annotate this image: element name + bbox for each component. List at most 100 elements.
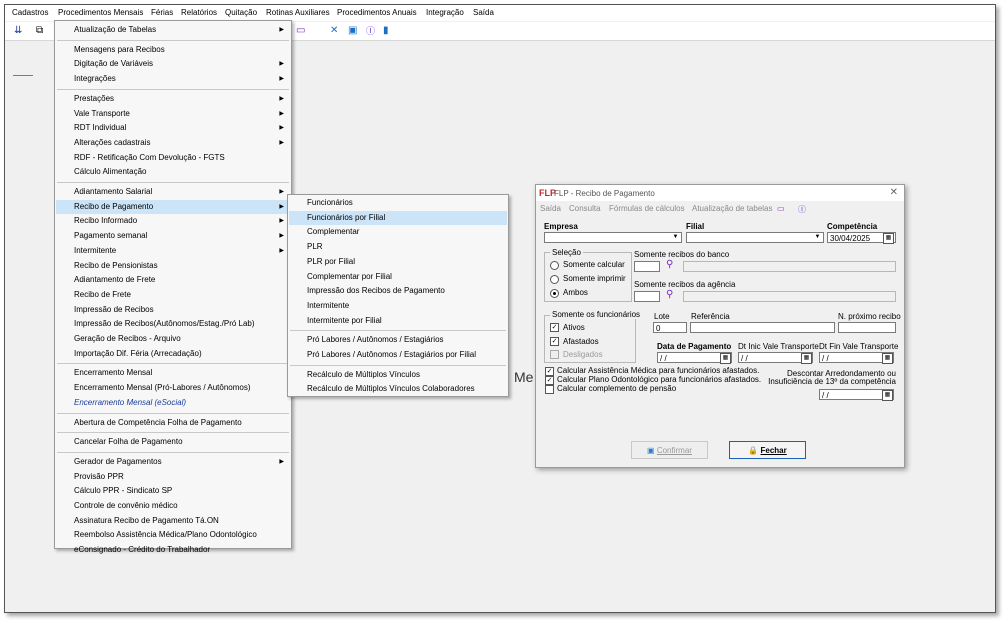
banco-field[interactable]	[634, 261, 660, 272]
menu-item-alteracoes-cadastrais[interactable]: Alterações cadastrais ▶	[56, 136, 290, 150]
checkbox-plano-odontologico[interactable]: ✓	[545, 376, 554, 385]
dialog-menu-consulta[interactable]: Consulta	[569, 204, 601, 213]
calendar-icon[interactable]: ▦	[883, 233, 894, 244]
menu-item-cancelar-folha-de-pagamento[interactable]: Cancelar Folha de Pagamento	[56, 435, 290, 449]
menu-item-assinatura-recibo-de-pagamento-ta-on[interactable]: Assinatura Recibo de Pagamento Tá.ON	[56, 514, 290, 528]
submenu-item-funcionarios-por-filial[interactable]: Funcionários por Filial	[289, 210, 507, 225]
radio-somente-imprimir[interactable]	[550, 275, 559, 284]
menu-item-recibo-de-pensionistas[interactable]: Recibo de Pensionistas	[56, 259, 290, 273]
menu-item-vale-transporte[interactable]: Vale Transporte ▶	[56, 107, 290, 121]
menu-item-impressao-de-recibos-autonomos-estag-pro-lab[interactable]: Impressão de Recibos(Autônomos/Estag./Pr…	[56, 317, 290, 331]
menu-item-econsignado-credito-do-trabalhador[interactable]: eConsignado - Crédito do Trabalhador	[56, 543, 290, 557]
monitor-icon[interactable]: ▭	[296, 25, 305, 37]
menu-item-recibo-informado[interactable]: Recibo Informado ▶	[56, 214, 290, 228]
checkbox-assistencia-medica[interactable]: ✓	[545, 367, 554, 376]
search-icon[interactable]: ⚲	[666, 289, 673, 300]
dialog-menu-atualizacao[interactable]: Atualização de tabelas	[692, 204, 773, 213]
menu-item-mensagens-para-recibos[interactable]: Mensagens para Recibos	[56, 43, 290, 57]
calendar-icon[interactable]: ▦	[801, 353, 812, 364]
book-icon[interactable]: ▮	[383, 25, 389, 37]
menu-saida[interactable]: Saída	[473, 8, 494, 17]
menu-integracao[interactable]: Integração	[426, 8, 464, 17]
menu-item-pagamento-semanal[interactable]: Pagamento semanal ▶	[56, 229, 290, 243]
chevron-down-icon[interactable]: ▼	[813, 233, 822, 242]
menu-cadastros[interactable]: Cadastros	[12, 8, 48, 17]
menu-item-integracoes[interactable]: Integrações ▶	[56, 72, 290, 86]
submenu-item-pro-labores-autonomos-estagiarios-por-filial[interactable]: Pró Labores / Autônomos / Estagiários po…	[289, 348, 507, 362]
menu-quitacao[interactable]: Quitação	[225, 8, 257, 17]
checkbox-label: Ativos	[563, 323, 585, 332]
submenu-item-intermitente-por-filial[interactable]: Intermitente por Filial	[289, 314, 507, 328]
menu-item-reembolso-assistencia-medica-plano-odontologico[interactable]: Reembolso Assistência Médica/Plano Odont…	[56, 528, 290, 542]
chevron-down-icon[interactable]: ▼	[671, 233, 680, 242]
radio-ambos[interactable]	[550, 289, 559, 298]
menu-item-label: Importação Dif. Féria (Arrecadação)	[74, 348, 202, 358]
confirmar-button[interactable]: ▣ Confirmar	[631, 441, 708, 459]
menu-item-prestacoes[interactable]: Prestações ▶	[56, 92, 290, 106]
lote-field[interactable]: 0	[653, 322, 687, 333]
referencia-field[interactable]	[690, 322, 835, 333]
submenu-item-plr[interactable]: PLR	[289, 240, 507, 254]
filial-select[interactable]	[686, 232, 824, 243]
menu-item-abertura-de-competencia-folha-de-pagamento[interactable]: Abertura de Competência Folha de Pagamen…	[56, 416, 290, 430]
menu-item-adiantamento-de-frete[interactable]: Adiantamento de Frete	[56, 273, 290, 287]
menu-procedimentos-anuais[interactable]: Procedimentos Anuais	[337, 8, 417, 17]
checkbox-afastados[interactable]: ✓	[550, 337, 559, 346]
submenu-item-intermitente[interactable]: Intermitente	[289, 299, 507, 313]
menu-item-importacao-dif-feria-arrecadacao[interactable]: Importação Dif. Féria (Arrecadação)	[56, 347, 290, 361]
menu-item-intermitente[interactable]: Intermitente ▶	[56, 244, 290, 258]
calendar-icon[interactable]: ▦	[882, 353, 893, 364]
calendar-icon[interactable]: ▣	[348, 25, 357, 37]
calendar-icon[interactable]: ▦	[720, 353, 731, 364]
submenu-item-plr-por-filial[interactable]: PLR por Filial	[289, 255, 507, 269]
submenu-item-impressao-dos-recibos-de-pagamento[interactable]: Impressão dos Recibos de Pagamento	[289, 284, 507, 298]
menu-item-controle-de-convenio-medico[interactable]: Controle de convênio médico	[56, 499, 290, 513]
menu-item-recibo-de-frete[interactable]: Recibo de Frete	[56, 288, 290, 302]
checkbox-complemento-pensao[interactable]	[545, 385, 554, 394]
monitor-icon[interactable]: ▭	[777, 204, 785, 213]
empresa-select[interactable]	[544, 232, 682, 243]
calendar-icon[interactable]: ▦	[882, 390, 893, 401]
submenu-item-complementar[interactable]: Complementar	[289, 225, 507, 239]
menu-item-geracao-de-recibos-arquivo[interactable]: Geração de Recibos - Arquivo	[56, 332, 290, 346]
menu-item-rdf-retificacao-com-devolucao-fgts[interactable]: RDF - Retificação Com Devolução - FGTS	[56, 151, 290, 165]
menu-item-provisao-ppr[interactable]: Provisão PPR	[56, 470, 290, 484]
menu-procedimentos-mensais[interactable]: Procedimentos Mensais	[58, 8, 143, 17]
close-icon[interactable]: ✕	[890, 187, 898, 198]
proximo-recibo-field[interactable]	[838, 322, 896, 333]
menu-item-encerramento-mensal-esocial[interactable]: Encerramento Mensal (eSocial)	[56, 396, 290, 410]
radio-somente-calcular[interactable]	[550, 261, 559, 270]
menu-item-calculo-ppr-sindicato-sp[interactable]: Cálculo PPR - Sindicato SP	[56, 484, 290, 498]
tools-icon[interactable]: ✕	[330, 25, 338, 37]
menu-item-encerramento-mensal-pro-labores-autonomos[interactable]: Encerramento Mensal (Pró-Labores / Autôn…	[56, 381, 290, 395]
menu-rotinas-auxiliares[interactable]: Rotinas Auxiliares	[266, 8, 330, 17]
ia-icon[interactable]: Ⓘ	[366, 25, 375, 37]
dialog-menu-formulas[interactable]: Fórmulas de cálculos	[609, 204, 685, 213]
menu-item-digitacao-de-variaveis[interactable]: Digitação de Variáveis ▶	[56, 57, 290, 71]
menu-item-impressao-de-recibos[interactable]: Impressão de Recibos	[56, 303, 290, 317]
submenu-item-complementar-por-filial[interactable]: Complementar por Filial	[289, 270, 507, 284]
menu-item-adiantamento-salarial[interactable]: Adiantamento Salarial ▶	[56, 185, 290, 199]
search-icon[interactable]: ⚲	[666, 259, 673, 270]
menu-item-recibo-de-pagamento[interactable]: Recibo de Pagamento ▶	[56, 199, 290, 214]
submenu-item-funcionarios[interactable]: Funcionários	[289, 196, 507, 210]
menu-ferias[interactable]: Férias	[151, 8, 173, 17]
menu-item-label: Encerramento Mensal	[74, 368, 153, 378]
menu-item-atualizacao-de-tabelas[interactable]: Atualização de Tabelas ▶	[56, 23, 290, 37]
submenu-item-recalculo-de-multiplos-vinculos[interactable]: Recálculo de Múltiplos Vínculos	[289, 368, 507, 382]
menu-item-encerramento-mensal[interactable]: Encerramento Mensal	[56, 366, 290, 380]
ia-icon[interactable]: Ⓘ	[798, 204, 806, 215]
menu-item-rdt-individual[interactable]: RDT Individual ▶	[56, 121, 290, 135]
double-chevron-down-icon[interactable]: ⇊	[14, 25, 22, 37]
checkbox-ativos[interactable]: ✓	[550, 323, 559, 332]
submenu-item-pro-labores-autonomos-estagiarios[interactable]: Pró Labores / Autônomos / Estagiários	[289, 333, 507, 347]
menu-item-gerador-de-pagamentos[interactable]: Gerador de Pagamentos ▶	[56, 455, 290, 469]
menu-item-calculo-alimentacao[interactable]: Cálculo Alimentação	[56, 165, 290, 179]
copy-icon[interactable]: ⧉	[36, 25, 43, 37]
fechar-button[interactable]: 🔒 Fechar	[729, 441, 806, 459]
dialog-menu-saida[interactable]: Saída	[540, 204, 561, 213]
menu-item-label: Cálculo PPR - Sindicato SP	[74, 486, 173, 496]
submenu-item-recalculo-de-multiplos-vinculos-colaboradores[interactable]: Recálculo de Múltiplos Vínculos Colabora…	[289, 382, 507, 396]
agencia-field[interactable]	[634, 291, 660, 302]
menu-relatorios[interactable]: Relatórios	[181, 8, 217, 17]
